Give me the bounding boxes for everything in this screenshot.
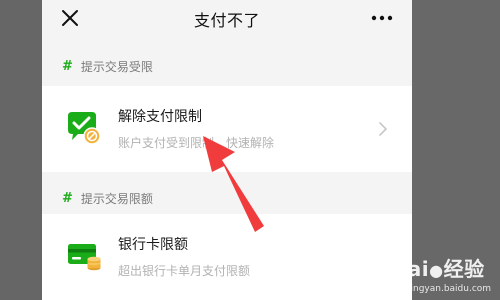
item-title: 解除支付限制 <box>118 109 202 125</box>
watermark-brand-text: Bai <box>392 257 430 281</box>
watermark-paw-glyph: ● <box>429 261 444 280</box>
section-label-limit: # 提示交易限额 <box>62 188 153 208</box>
section-label-text: 提示交易受限 <box>80 59 153 74</box>
page-title: 支付不了 <box>193 11 260 30</box>
item-subtitle: 超出银行卡单月支付限额 <box>118 264 251 278</box>
bank-card-icon <box>68 244 101 271</box>
watermark-suffix: 经验 <box>443 257 485 281</box>
item-title: 银行卡限额 <box>118 237 188 253</box>
section-label-restricted: # 提示交易受限 <box>62 56 153 76</box>
chevron-right-icon <box>379 122 387 136</box>
watermark-brand: Bai●经验 <box>392 253 485 282</box>
more-dots-icon[interactable] <box>370 8 394 28</box>
phone-screen: 支付不了 # 提示交易受限 解除支付限制 账户支付受到限制，快速解除 # 提示交… <box>42 0 412 300</box>
list-item-remove-payment-restriction[interactable]: 解除支付限制 账户支付受到限制，快速解除 <box>42 86 412 172</box>
watermark-url: jingyan.baidu.com <box>408 284 492 294</box>
item-subtitle: 账户支付受到限制，快速解除 <box>118 136 275 150</box>
backdrop-left <box>0 0 42 300</box>
section-hash-icon: # <box>62 190 73 206</box>
list-item-bank-card-limit[interactable]: 银行卡限额 超出银行卡单月支付限额 <box>42 214 412 300</box>
section-label-text: 提示交易限额 <box>80 191 153 206</box>
payment-unlock-icon <box>68 112 101 145</box>
section-hash-icon: # <box>62 58 73 74</box>
navigation-bar: 支付不了 <box>42 0 412 38</box>
